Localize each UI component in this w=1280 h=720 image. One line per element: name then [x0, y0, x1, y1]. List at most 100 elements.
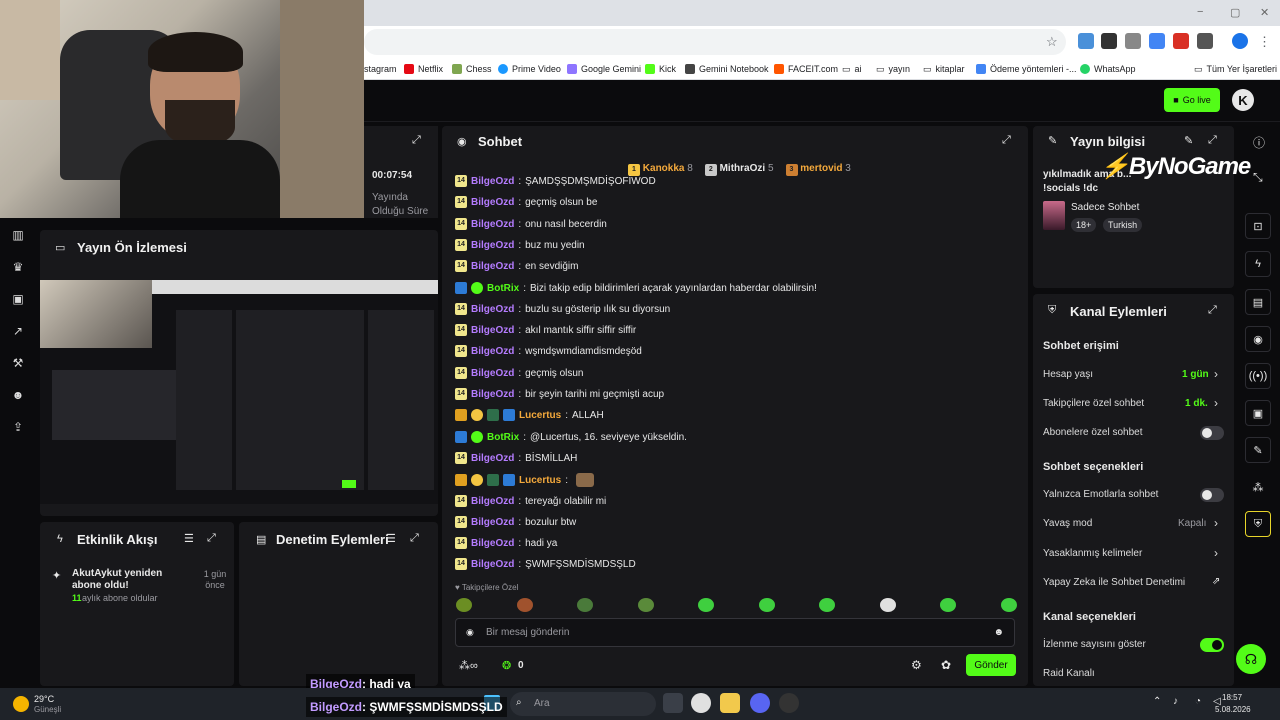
- clock-date[interactable]: 5.08.2026: [1215, 705, 1251, 714]
- chat-message[interactable]: 14 BilgeOzd: wşmdşwmdiamdismdeşöd: [455, 345, 642, 357]
- raid-label[interactable]: Raid Kanalı: [1043, 668, 1095, 679]
- chevron-right-icon[interactable]: ›: [1214, 396, 1218, 410]
- kick-logo[interactable]: K: [1232, 89, 1254, 111]
- extension-icon[interactable]: [1078, 33, 1094, 49]
- chevron-right-icon[interactable]: ›: [1214, 546, 1218, 560]
- chat-username[interactable]: BilgeOzd: [471, 517, 514, 528]
- expand-icon[interactable]: ⤢: [1208, 304, 1217, 317]
- info-icon[interactable]: ⓘ: [1253, 134, 1265, 151]
- chat-message[interactable]: 14 BilgeOzd: geçmiş olsun: [455, 367, 583, 379]
- chat-message[interactable]: 14 BilgeOzd: akıl mantık siffir siffir sif…: [455, 324, 636, 336]
- upload-icon[interactable]: ⇪: [11, 420, 25, 434]
- kick-coin-icon[interactable]: ❂: [502, 659, 511, 672]
- emote-icon[interactable]: [577, 598, 593, 612]
- shield-icon[interactable]: ⛨: [1245, 511, 1271, 537]
- bookmark-whatsapp[interactable]: WhatsApp: [1080, 62, 1136, 76]
- ai-mod-label[interactable]: Yapay Zeka ile Sohbet Denetimi: [1043, 577, 1185, 588]
- chevron-right-icon[interactable]: ›: [1214, 367, 1218, 381]
- chat-input[interactable]: ◉ Bir mesaj gönderin ☻: [455, 618, 1015, 647]
- chat-username[interactable]: Lucertus: [519, 475, 561, 486]
- chat-username[interactable]: BilgeOzd: [471, 368, 514, 379]
- moderation-icon[interactable]: ▣: [1245, 400, 1271, 426]
- wrench-icon[interactable]: ✎: [1245, 437, 1271, 463]
- expand-icon[interactable]: ⤢: [1208, 134, 1217, 147]
- top-gifter-2[interactable]: 2 MithraOzi 5: [704, 163, 774, 176]
- chat-message[interactable]: 14 BilgeOzd: ŞWMFŞSMDİSMDSŞLD: [455, 558, 636, 570]
- chat-username[interactable]: BilgeOzd: [471, 496, 514, 507]
- bookmark-chess[interactable]: Chess: [452, 62, 492, 76]
- chat-message[interactable]: BotRix: Bizi takip edip bildirimleri açar…: [455, 282, 817, 294]
- tools-icon[interactable]: ⚒: [11, 356, 25, 370]
- mod-tools-icon[interactable]: ✿: [941, 658, 951, 672]
- emote-only-toggle[interactable]: [1200, 488, 1224, 502]
- address-bar[interactable]: [364, 29, 1066, 55]
- task-view-icon[interactable]: [663, 693, 683, 713]
- star-icon[interactable]: ☆: [1046, 34, 1058, 50]
- filter-icon[interactable]: ☰: [184, 532, 194, 545]
- chat-message[interactable]: 14 BilgeOzd: buz mu yedin: [455, 239, 585, 251]
- send-button[interactable]: Gönder: [966, 654, 1016, 676]
- slow-mode-value[interactable]: Kapalı: [1178, 518, 1206, 529]
- chat-message[interactable]: 14 BilgeOzd: BİSMİLLAH: [455, 452, 577, 464]
- media-icon[interactable]: ▣: [11, 292, 25, 306]
- more-menu-icon[interactable]: ⋮: [1258, 34, 1271, 50]
- chat-username[interactable]: BilgeOzd: [471, 559, 514, 570]
- chat-message[interactable]: Lucertus:: [455, 473, 595, 487]
- go-live-button[interactable]: ■ Go live: [1164, 88, 1220, 112]
- external-link-icon[interactable]: ⇗: [1212, 576, 1220, 587]
- analytics-icon[interactable]: ↗: [11, 324, 25, 338]
- emoji-icon[interactable]: ☻: [993, 627, 1004, 638]
- expand-icon[interactable]: ⤢: [412, 134, 421, 147]
- document-icon[interactable]: ▤: [1245, 289, 1271, 315]
- followers-chat-value[interactable]: 1 dk.: [1185, 398, 1208, 409]
- bookmark-faceit[interactable]: FACEIT.com: [774, 62, 838, 76]
- expand-icon[interactable]: ⤢: [410, 532, 419, 545]
- microphone-icon[interactable]: ♪: [1173, 696, 1178, 707]
- discord-icon[interactable]: [750, 693, 770, 713]
- points-icon[interactable]: ⁂: [1245, 474, 1271, 500]
- maximize-button[interactable]: ▢: [1230, 6, 1240, 19]
- weather-icon[interactable]: [13, 696, 29, 712]
- chat-username[interactable]: BilgeOzd: [471, 538, 514, 549]
- dashboard-icon[interactable]: ▥: [11, 228, 25, 242]
- bookmark-instagram[interactable]: stagram: [364, 62, 397, 76]
- filter-icon[interactable]: ☰: [386, 532, 396, 545]
- chat-message[interactable]: 14 BilgeOzd: bir şeyin tarihi mi geçmişti …: [455, 388, 664, 400]
- clip-icon[interactable]: ⊡: [1245, 213, 1271, 239]
- chevron-right-icon[interactable]: ›: [1214, 516, 1218, 530]
- settings-gear-icon[interactable]: ⚙: [911, 658, 922, 672]
- emote-icon[interactable]: [819, 598, 835, 612]
- taskbar-search[interactable]: ⌕ Ara: [510, 692, 656, 716]
- extension-icon[interactable]: [1101, 33, 1117, 49]
- emote-icon[interactable]: [940, 598, 956, 612]
- banned-words-label[interactable]: Yasaklanmış kelimeler: [1043, 548, 1142, 559]
- bookmark-all[interactable]: ▭ Tüm Yer İşaretleri: [1194, 62, 1277, 76]
- puzzle-icon[interactable]: [1197, 33, 1213, 49]
- stream-preview-video[interactable]: [40, 280, 438, 504]
- chat-username[interactable]: Lucertus: [519, 410, 561, 421]
- help-support-icon[interactable]: ☊: [1236, 644, 1266, 674]
- show-views-toggle[interactable]: [1200, 638, 1224, 652]
- chat-username[interactable]: BilgeOzd: [471, 261, 514, 272]
- emote-icon[interactable]: [879, 598, 896, 612]
- top-gifter-3[interactable]: 3 mertovid 3: [785, 163, 851, 176]
- chat-bubble-icon[interactable]: ◉: [1245, 326, 1271, 352]
- chat-username[interactable]: BilgeOzd: [471, 346, 514, 357]
- chat-username[interactable]: BilgeOzd: [471, 304, 514, 315]
- chrome-icon[interactable]: [691, 693, 711, 713]
- chat-message[interactable]: 14 BilgeOzd: tereyağı olabilir mi: [455, 495, 606, 507]
- chat-message[interactable]: 14 BilgeOzd: hadi ya: [455, 537, 557, 549]
- chat-message[interactable]: 14 BilgeOzd: bozulur btw: [455, 516, 576, 528]
- emote-icon[interactable]: [456, 598, 472, 612]
- bookmark-prime-video[interactable]: Prime Video: [498, 62, 561, 76]
- emote-icon[interactable]: [1000, 598, 1017, 612]
- tray-chevron-icon[interactable]: ⌃: [1153, 696, 1161, 707]
- play-icon[interactable]: [1125, 33, 1141, 49]
- trophy-icon[interactable]: ♛: [11, 260, 25, 274]
- subs-chat-toggle[interactable]: [1200, 426, 1224, 440]
- chat-message[interactable]: 14 BilgeOzd: onu nasıl becerdin: [455, 218, 607, 230]
- points-icon[interactable]: ⁂∞: [459, 659, 478, 672]
- users-icon[interactable]: ☻: [11, 388, 25, 402]
- file-explorer-icon[interactable]: [720, 693, 740, 713]
- bookmark-odeme[interactable]: Ödeme yöntemleri -...: [976, 62, 1077, 76]
